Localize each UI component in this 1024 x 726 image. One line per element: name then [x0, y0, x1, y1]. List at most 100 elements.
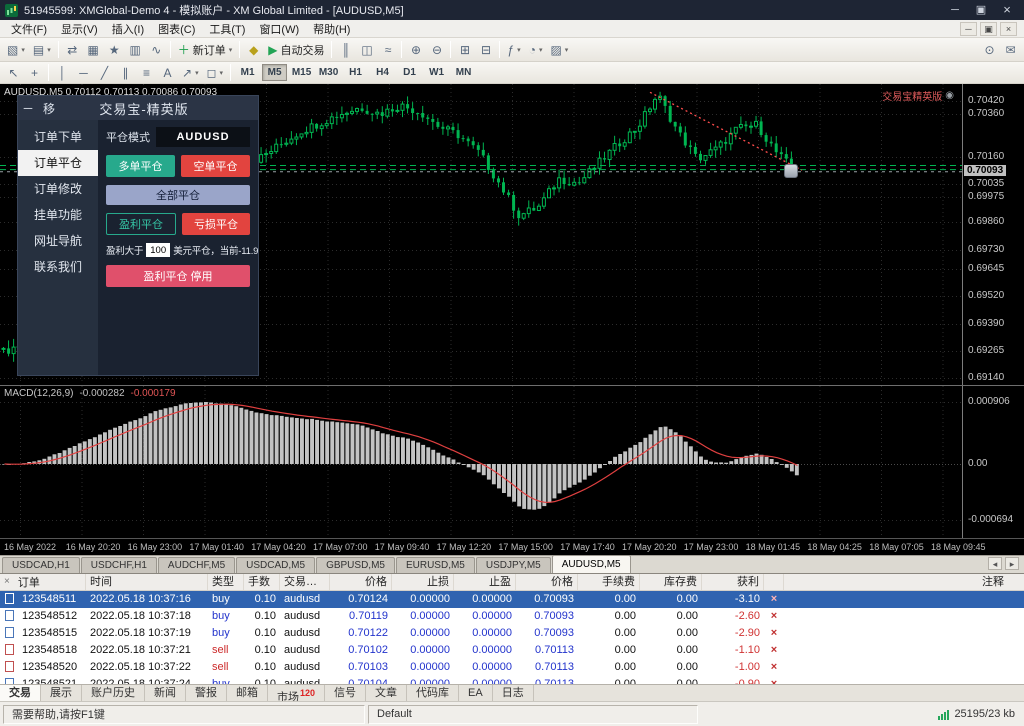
text-tool[interactable]: A [157, 63, 178, 83]
close-loss-button[interactable]: 亏损平仓 [182, 213, 250, 235]
tab-scroll-right-button[interactable]: ▸ [1005, 557, 1019, 570]
order-row-123548518[interactable]: 1235485182022.05.18 10:37:21sell0.10audu… [0, 642, 1024, 659]
chart-tab-audchf-m5[interactable]: AUDCHF,M5 [158, 557, 235, 573]
menu-item-4[interactable]: 工具(T) [202, 20, 252, 38]
auto-trading-button[interactable]: ▶自动交易 [264, 40, 328, 60]
close-long-button[interactable]: 多单平仓 [106, 155, 175, 177]
chart-tab-usdcad-h1[interactable]: USDCAD,H1 [2, 557, 80, 573]
terminal-tab-账户历史[interactable]: 账户历史 [82, 685, 145, 702]
trendline-tool[interactable]: ╱ [94, 63, 115, 83]
tab-scroll-left-button[interactable]: ◂ [988, 557, 1002, 570]
indicators-button[interactable]: ƒ▾ [503, 40, 524, 60]
terminal-tab-警报[interactable]: 警报 [186, 685, 227, 702]
terminal-tab-信号[interactable]: 信号 [325, 685, 366, 702]
close-short-button[interactable]: 空单平仓 [181, 155, 250, 177]
chart-tab-usdcad-m5[interactable]: USDCAD,M5 [236, 557, 315, 573]
cascade-windows-button[interactable]: ⊟ [475, 40, 496, 60]
chart-tab-usdchf-h1[interactable]: USDCHF,H1 [81, 557, 157, 573]
timeframe-m15[interactable]: M15 [289, 64, 314, 81]
ea-nav-订单下单[interactable]: 订单下单 [18, 124, 98, 150]
menu-item-2[interactable]: 插入(I) [105, 20, 151, 38]
mdi-minimize-button[interactable]: ─ [960, 22, 977, 36]
menu-item-3[interactable]: 图表(C) [151, 20, 202, 38]
community-button[interactable]: ✉ [1000, 40, 1021, 60]
terminal-tab-展示[interactable]: 展示 [41, 685, 82, 702]
chart-event-marker[interactable] [784, 164, 798, 178]
mdi-restore-button[interactable]: ▣ [980, 22, 997, 36]
ea-nav-订单平仓[interactable]: 订单平仓 [18, 150, 98, 176]
crosshair-tool[interactable]: + [24, 63, 45, 83]
ea-nav-网址导航[interactable]: 网址导航 [18, 228, 98, 254]
vertical-line-tool[interactable]: │ [52, 63, 73, 83]
templates-button[interactable]: ▨▾ [546, 40, 572, 60]
menu-item-0[interactable]: 文件(F) [4, 20, 54, 38]
order-row-123548511[interactable]: 1235485112022.05.18 10:37:16buy0.10audus… [0, 591, 1024, 608]
time-axis[interactable]: 16 May 202216 May 20:2016 May 23:0017 Ma… [0, 538, 1024, 555]
zoom-in-button[interactable]: ⊕ [405, 40, 426, 60]
profiles-button[interactable]: ▤▾ [29, 40, 55, 60]
minimize-button[interactable]: ─ [943, 3, 967, 18]
terminal-tab-日志[interactable]: 日志 [493, 685, 534, 702]
candlestick-button[interactable]: ◫ [356, 40, 377, 60]
horizontal-line-tool[interactable]: ─ [73, 63, 94, 83]
timeframe-m30[interactable]: M30 [316, 64, 341, 81]
timeframe-mn[interactable]: MN [451, 64, 476, 81]
menu-item-5[interactable]: 窗口(W) [252, 20, 306, 38]
terminal-tab-邮箱[interactable]: 邮箱 [227, 685, 268, 702]
zoom-out-button[interactable]: ⊖ [426, 40, 447, 60]
close-order-button[interactable]: × [764, 608, 784, 625]
close-order-button[interactable]: × [764, 659, 784, 676]
data-window-button[interactable]: ▦ [83, 40, 104, 60]
timeframe-h1[interactable]: H1 [343, 64, 368, 81]
close-all-button[interactable]: 全部平仓 [106, 185, 250, 205]
ea-minimize-button[interactable]: ─ [18, 101, 38, 115]
cursor-tool[interactable]: ↖ [3, 63, 24, 83]
close-profit-button[interactable]: 盈利平仓 [106, 213, 176, 235]
metaeditor-button[interactable]: ◆ [243, 40, 264, 60]
chart-tab-eurusd-m5[interactable]: EURUSD,M5 [396, 557, 475, 573]
close-button[interactable]: × [995, 3, 1019, 18]
strategy-tester-button[interactable]: ∿ [146, 40, 167, 60]
shapes-tool[interactable]: ◻▾ [203, 63, 227, 83]
order-row-123548520[interactable]: 1235485202022.05.18 10:37:22sell0.10audu… [0, 659, 1024, 676]
ea-nav-联系我们[interactable]: 联系我们 [18, 254, 98, 280]
chart-tab-gbpusd-m5[interactable]: GBPUSD,M5 [316, 557, 395, 573]
order-row-123548515[interactable]: 1235485152022.05.18 10:37:19buy0.10audus… [0, 625, 1024, 642]
terminal-tab-代码库[interactable]: 代码库 [407, 685, 459, 702]
macd-chart-canvas[interactable] [0, 386, 1024, 541]
fibonacci-tool[interactable]: ≡ [136, 63, 157, 83]
timeframe-w1[interactable]: W1 [424, 64, 449, 81]
ea-nav-订单修改[interactable]: 订单修改 [18, 176, 98, 202]
new-chart-button[interactable]: ▧▾ [3, 40, 29, 60]
periods-button[interactable]: ◔▾ [525, 40, 547, 60]
terminal-tab-文章[interactable]: 文章 [366, 685, 407, 702]
new-order-button[interactable]: ＋新订单▾ [174, 40, 237, 60]
order-row-123548512[interactable]: 1235485122022.05.18 10:37:18buy0.10audus… [0, 608, 1024, 625]
order-row-123548521[interactable]: 1235485212022.05.18 10:37:24buy0.10audus… [0, 676, 1024, 684]
ea-move-button[interactable]: 移 [38, 100, 60, 117]
terminal-tab-交易[interactable]: 交易 [0, 685, 41, 702]
channel-tool[interactable]: ∥ [115, 63, 136, 83]
ea-nav-挂单功能[interactable]: 挂单功能 [18, 202, 98, 228]
chart-tab-usdjpy-m5[interactable]: USDJPY,M5 [476, 557, 551, 573]
search-button[interactable]: ⊙ [979, 40, 1000, 60]
macd-axis[interactable]: 0.0009060.00-0.000694 [962, 386, 1024, 538]
timeframe-d1[interactable]: D1 [397, 64, 422, 81]
mdi-close-button[interactable]: × [1000, 22, 1017, 36]
terminal-tab-EA[interactable]: EA [459, 685, 493, 702]
ea-badge-icon[interactable]: ◉ [945, 90, 954, 101]
menu-item-1[interactable]: 显示(V) [54, 20, 105, 38]
profit-close-toggle-button[interactable]: 盈利平仓 停用 [106, 265, 250, 287]
line-chart-button[interactable]: ≈ [377, 40, 398, 60]
close-order-button[interactable]: × [764, 676, 784, 684]
close-order-button[interactable]: × [764, 642, 784, 659]
close-order-button[interactable]: × [764, 625, 784, 642]
timeframe-h4[interactable]: H4 [370, 64, 395, 81]
navigator-button[interactable]: ★ [104, 40, 125, 60]
market-watch-button[interactable]: ⇄ [62, 40, 83, 60]
terminal-button[interactable]: ▥ [125, 40, 146, 60]
terminal-tab-市场[interactable]: 市场120 [268, 685, 325, 702]
chart-tab-audusd-m5[interactable]: AUDUSD,M5 [552, 555, 631, 573]
close-order-button[interactable]: × [764, 591, 784, 608]
tile-windows-button[interactable]: ⊞ [454, 40, 475, 60]
